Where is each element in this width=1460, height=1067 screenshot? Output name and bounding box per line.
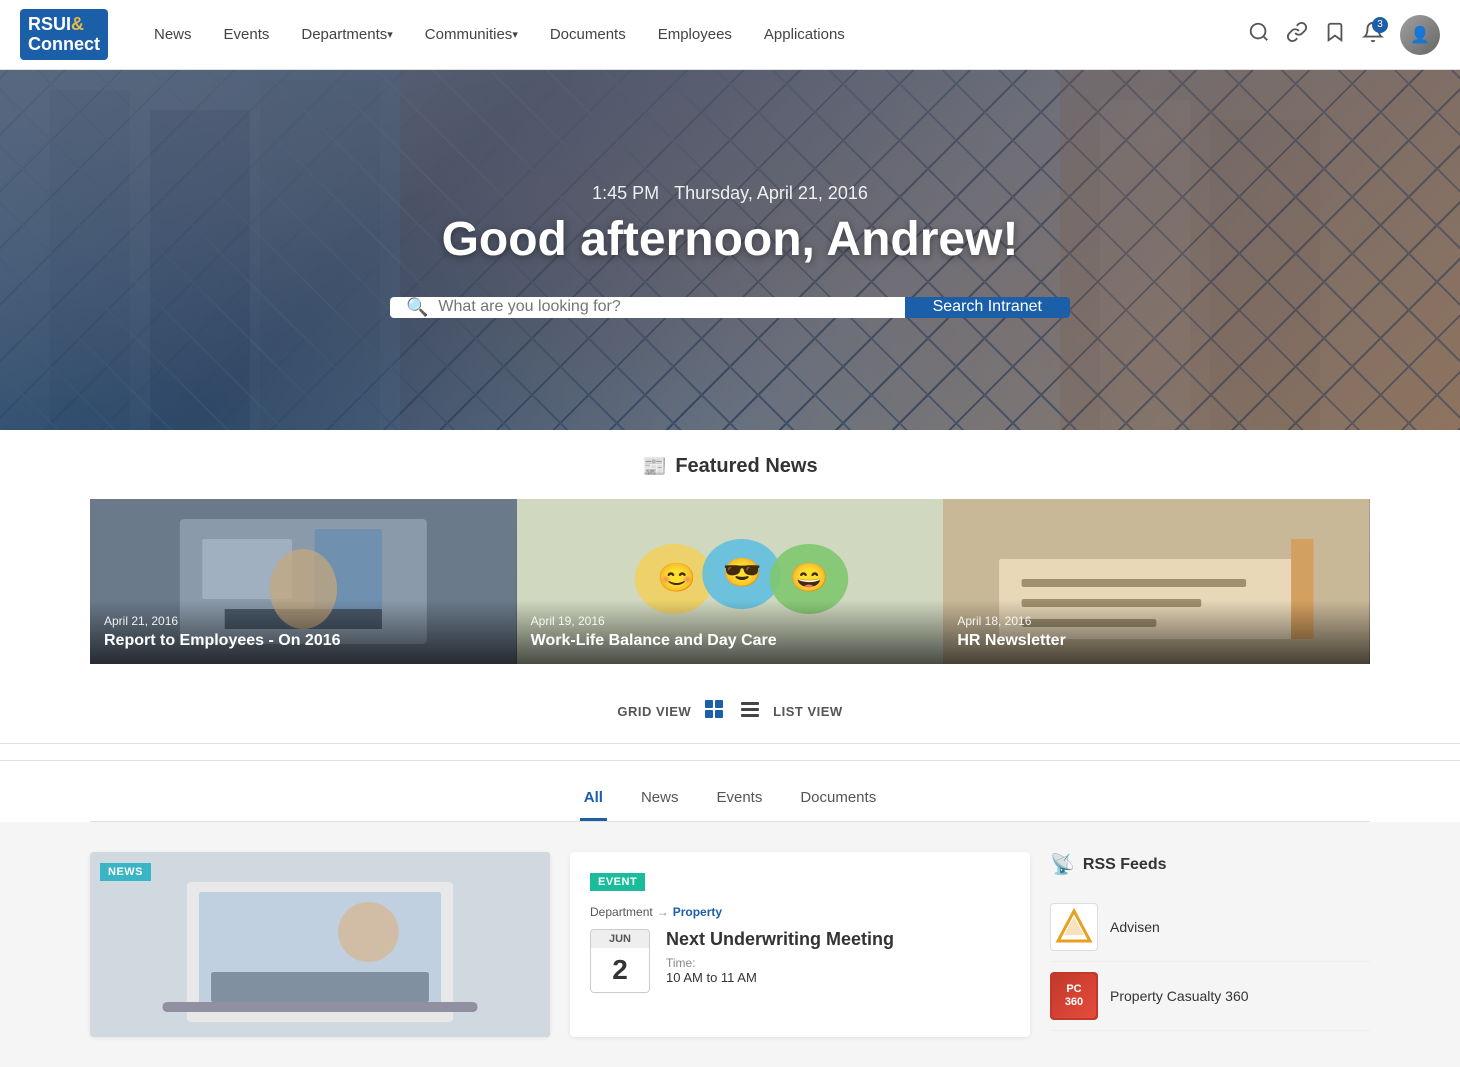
rss-icon: 📡 <box>1050 852 1075 877</box>
news-badge: NEWS <box>100 863 151 881</box>
search-icon: 🔍 <box>406 297 428 318</box>
event-calendar: JUN 2 <box>590 929 650 993</box>
event-day: 2 <box>591 948 649 992</box>
link-button[interactable] <box>1286 21 1308 49</box>
navbar: RSUI& Connect News Events Departments Co… <box>0 0 1460 70</box>
nav-right: 3 👤 <box>1248 15 1440 55</box>
featured-card-2-title: HR Newsletter <box>957 632 1356 650</box>
avatar-image: 👤 <box>1400 15 1440 55</box>
propcas-logo-inner: PC360 <box>1052 974 1096 1018</box>
featured-card-2-date: April 18, 2016 <box>957 614 1356 628</box>
featured-card-2-overlay: April 18, 2016 HR Newsletter <box>943 600 1370 664</box>
logo-amp: & <box>71 14 84 34</box>
advisen-name: Advisen <box>1110 919 1160 935</box>
list-view-label: LIST VIEW <box>773 704 843 719</box>
featured-card-0-overlay: April 21, 2016 Report to Employees - On … <box>90 600 517 664</box>
propcas-logo: PC360 <box>1050 972 1098 1020</box>
search-input[interactable] <box>438 298 888 316</box>
news-card[interactable]: NEWS <box>90 852 550 1037</box>
search-button[interactable] <box>1248 21 1270 49</box>
content-grid: NEWS EVENT Department → Proper <box>0 822 1460 1067</box>
featured-news-title: 📰 Featured News <box>90 454 1370 479</box>
event-time-label: Time: <box>666 956 894 970</box>
event-body: JUN 2 Next Underwriting Meeting Time: 10… <box>590 929 1010 993</box>
dept-prefix: Department <box>590 905 653 919</box>
nav-item-departments[interactable]: Departments <box>285 0 408 70</box>
event-time: 10 AM to 11 AM <box>666 970 894 985</box>
featured-news-grid: April 21, 2016 Report to Employees - On … <box>90 499 1370 664</box>
hero-time: 1:45 PM Thursday, April 21, 2016 <box>390 183 1070 204</box>
featured-card-0-date: April 21, 2016 <box>104 614 503 628</box>
svg-text:😎: 😎 <box>722 557 761 589</box>
propcas-name: Property Casualty 360 <box>1110 988 1249 1004</box>
svg-text:😊: 😊 <box>657 562 696 594</box>
svg-text:😄: 😄 <box>790 562 829 594</box>
hero-greeting: Good afternoon, Andrew! <box>390 212 1070 267</box>
grid-view-button[interactable] <box>701 696 727 727</box>
featured-card-1[interactable]: 😊 😎 😄 April 19, 2016 Work-Life Balance a… <box>517 499 944 664</box>
sidebar: 📡 RSS Feeds Advisen PC360 Property Casua… <box>1050 852 1370 1037</box>
dept-arrow: → <box>657 905 669 919</box>
hero-content: 1:45 PM Thursday, April 21, 2016 Good af… <box>390 183 1070 318</box>
event-month: JUN <box>591 930 649 948</box>
search-bar: 🔍 Search Intranet <box>390 297 1070 318</box>
event-department: Department → Property <box>590 905 1010 919</box>
featured-card-0-title: Report to Employees - On 2016 <box>104 632 503 650</box>
list-view-button[interactable] <box>737 696 763 727</box>
newspaper-icon: 📰 <box>642 454 667 479</box>
event-badge: EVENT <box>590 873 645 891</box>
filter-tabs: All News Events Documents <box>90 761 1370 822</box>
featured-card-1-overlay: April 19, 2016 Work-Life Balance and Day… <box>517 600 944 664</box>
filter-tab-documents[interactable]: Documents <box>796 781 880 821</box>
filter-tab-events[interactable]: Events <box>712 781 766 821</box>
dept-name: Property <box>673 905 722 919</box>
nav-item-news[interactable]: News <box>138 0 208 70</box>
logo-subtext: Connect <box>28 34 100 54</box>
notifications-button[interactable]: 3 <box>1362 21 1384 49</box>
nav-item-employees[interactable]: Employees <box>642 0 748 70</box>
rss-item-advisen[interactable]: Advisen <box>1050 893 1370 962</box>
filter-tab-news[interactable]: News <box>637 781 683 821</box>
featured-card-1-date: April 19, 2016 <box>531 614 930 628</box>
nav-links: News Events Departments Communities Docu… <box>138 0 1248 70</box>
bookmark-button[interactable] <box>1324 21 1346 49</box>
avatar[interactable]: 👤 <box>1400 15 1440 55</box>
featured-card-2[interactable]: April 18, 2016 HR Newsletter <box>943 499 1370 664</box>
filter-tab-all[interactable]: All <box>580 781 607 821</box>
nav-item-communities[interactable]: Communities <box>409 0 534 70</box>
featured-card-0[interactable]: April 21, 2016 Report to Employees - On … <box>90 499 517 664</box>
logo-text: RSUI <box>28 14 71 34</box>
event-details: Next Underwriting Meeting Time: 10 AM to… <box>666 929 894 985</box>
advisen-logo <box>1050 903 1098 951</box>
event-title: Next Underwriting Meeting <box>666 929 894 950</box>
view-toggle: GRID VIEW LIST VIEW <box>0 680 1460 744</box>
rss-item-propcas[interactable]: PC360 Property Casualty 360 <box>1050 962 1370 1031</box>
rss-title: RSS Feeds <box>1083 856 1167 874</box>
logo[interactable]: RSUI& Connect <box>20 9 108 61</box>
nav-item-events[interactable]: Events <box>208 0 286 70</box>
hero-section: 1:45 PM Thursday, April 21, 2016 Good af… <box>0 70 1460 430</box>
search-intranet-button[interactable]: Search Intranet <box>905 297 1070 318</box>
rss-header: 📡 RSS Feeds <box>1050 852 1370 877</box>
nav-item-applications[interactable]: Applications <box>748 0 861 70</box>
search-input-wrap: 🔍 <box>390 297 905 318</box>
notification-badge: 3 <box>1372 17 1388 33</box>
grid-view-label: GRID VIEW <box>617 704 691 719</box>
featured-card-1-title: Work-Life Balance and Day Care <box>531 632 930 650</box>
event-card[interactable]: EVENT Department → Property JUN 2 Next U… <box>570 852 1030 1037</box>
logo-box: RSUI& Connect <box>20 9 108 61</box>
nav-item-documents[interactable]: Documents <box>534 0 642 70</box>
